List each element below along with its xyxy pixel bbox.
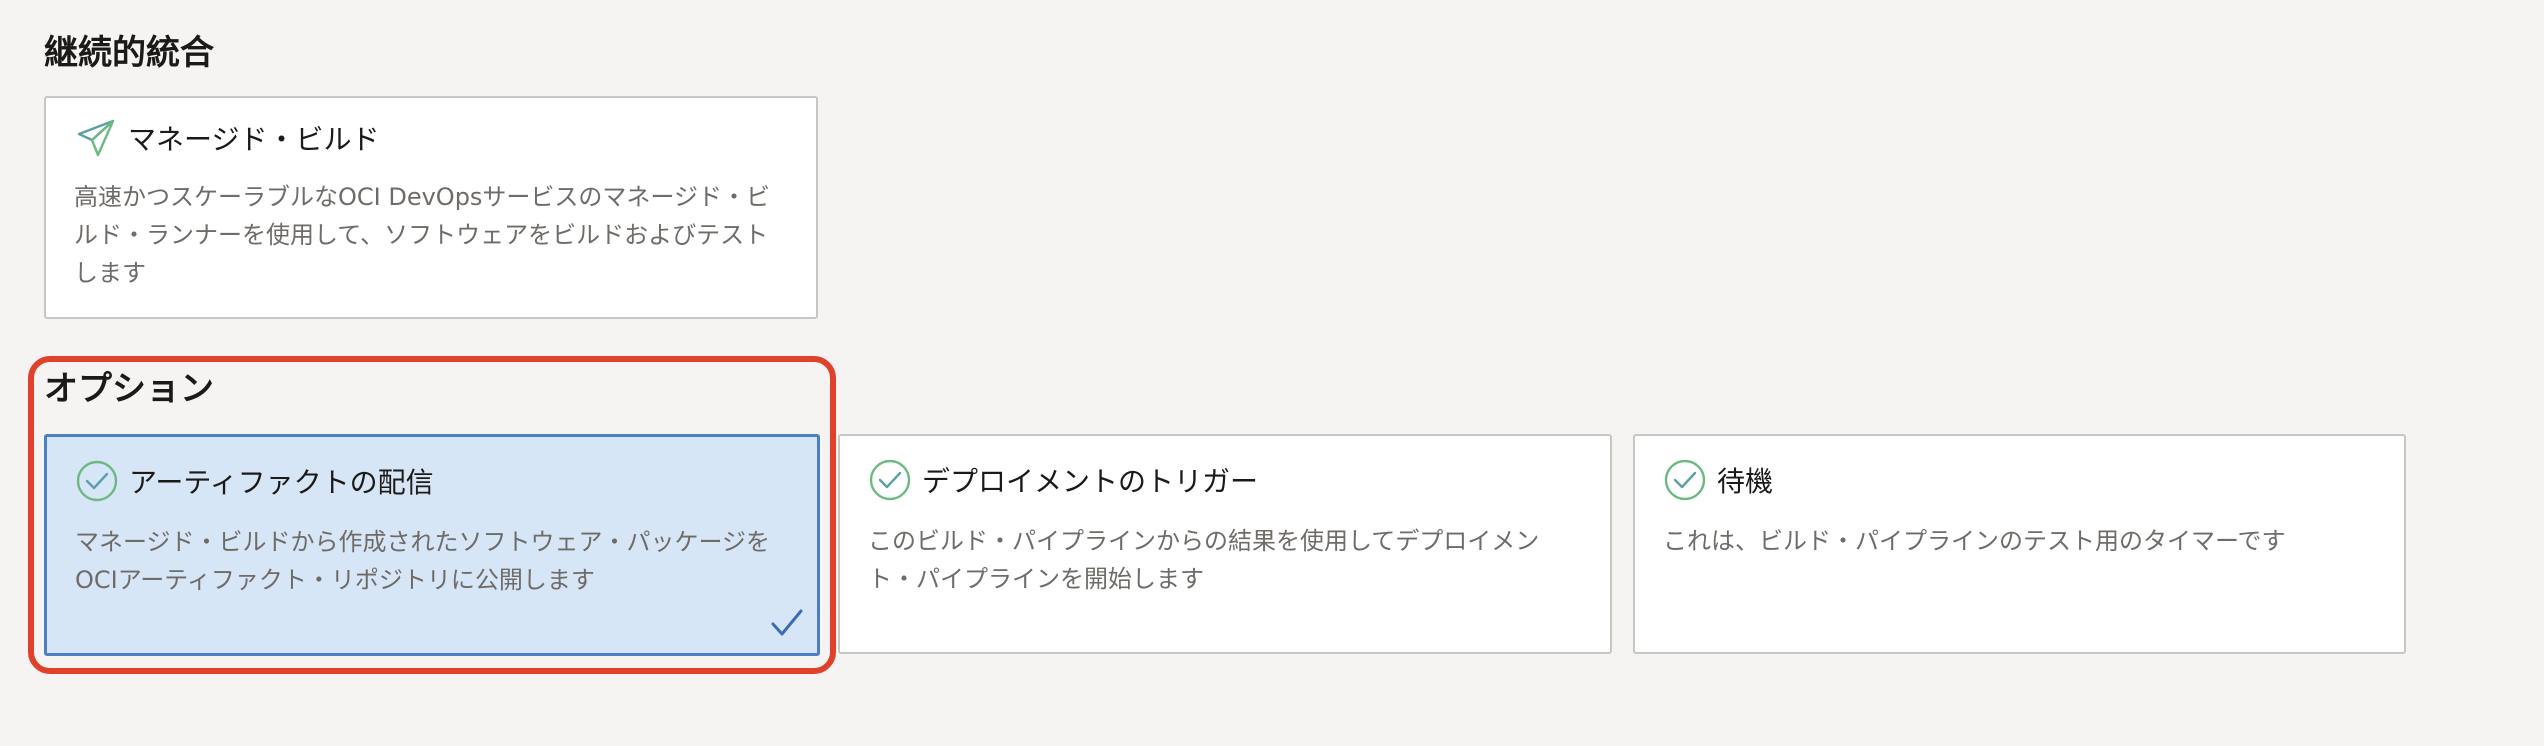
selected-checkmark-icon (769, 605, 805, 641)
card-title: マネージド・ビルド (128, 123, 380, 156)
check-circle-icon (75, 459, 119, 503)
section-title-options: オプション (44, 369, 214, 409)
card-description: 高速かつスケーラブルなOCI DevOpsサービスのマネージド・ビルド・ランナー… (74, 183, 770, 287)
paper-plane-icon (74, 116, 118, 160)
option-card-trigger-deployment[interactable]: デプロイメントのトリガー このビルド・パイプラインからの結果を使用してデプロイメ… (838, 434, 1612, 654)
check-circle-icon (1663, 458, 1707, 502)
check-circle-icon (868, 458, 912, 502)
card-description: これは、ビルド・パイプラインのテスト用のタイマーです (1663, 527, 2286, 555)
section-title-continuous-integration: 継続的統合 (44, 33, 214, 73)
card-header: マネージド・ビルド (74, 116, 379, 160)
option-card-deliver-artifacts[interactable]: アーティファクトの配信 マネージド・ビルドから作成されたソフトウェア・パッケージ… (44, 434, 820, 656)
card-header: デプロイメントのトリガー (868, 458, 1258, 502)
card-description: マネージド・ビルドから作成されたソフトウェア・パッケージをOCIアーティファクト… (75, 528, 771, 594)
card-header: 待機 (1663, 458, 1773, 502)
option-card-managed-build[interactable]: マネージド・ビルド 高速かつスケーラブルなOCI DevOpsサービスのマネージ… (44, 96, 818, 319)
card-title: デプロイメントのトリガー (922, 465, 1259, 498)
card-title: 待機 (1717, 465, 1774, 498)
card-description: このビルド・パイプラインからの結果を使用してデプロイメント・パイプラインを開始し… (868, 527, 1540, 593)
card-title: アーティファクトの配信 (129, 466, 434, 499)
option-card-wait[interactable]: 待機 これは、ビルド・パイプラインのテスト用のタイマーです (1633, 434, 2406, 654)
card-header: アーティファクトの配信 (75, 459, 434, 503)
